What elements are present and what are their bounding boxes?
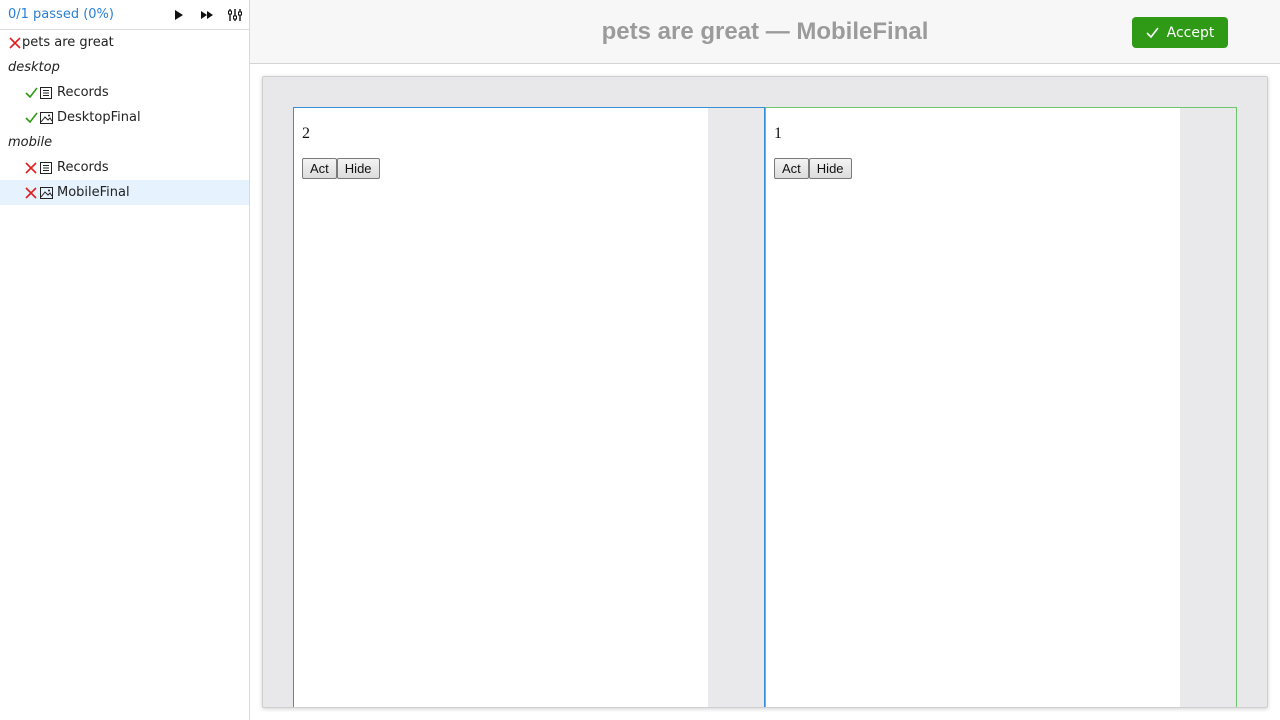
fast-forward-icon	[201, 10, 213, 19]
button-group: Act Hide	[302, 158, 380, 179]
fail-x-icon	[24, 186, 38, 200]
accept-button[interactable]: Accept	[1132, 17, 1228, 48]
run-all-button[interactable]	[193, 0, 221, 30]
header: pets are great — MobileFinal Accept	[250, 0, 1280, 64]
records-icon	[39, 86, 53, 100]
screenshot-page: 2 Act Hide	[294, 108, 708, 707]
act-button[interactable]: Act	[774, 158, 809, 179]
tree-item-label: Records	[57, 160, 109, 175]
pass-check-icon	[24, 111, 38, 125]
tree-item-mobile-final[interactable]: MobileFinal	[0, 180, 249, 205]
fail-x-icon	[24, 161, 38, 175]
tree-item-desktop-final[interactable]: DesktopFinal	[0, 105, 249, 130]
image-icon	[39, 186, 53, 200]
image-icon	[39, 111, 53, 125]
tree-item-label: Records	[57, 85, 109, 100]
tree-item-label: pets are great	[22, 35, 114, 50]
play-icon	[175, 9, 183, 20]
counter-value: 1	[774, 125, 782, 142]
tree-item-desktop-records[interactable]: Records	[0, 80, 249, 105]
records-icon	[39, 161, 53, 175]
pass-check-icon	[24, 86, 38, 100]
group-label: desktop	[8, 60, 60, 75]
settings-sliders-icon	[228, 8, 242, 21]
accept-label: Accept	[1166, 24, 1215, 41]
test-tree: pets are great desktop Records DesktopFi…	[0, 30, 249, 205]
tree-group-desktop: desktop	[0, 55, 249, 80]
act-button[interactable]: Act	[302, 158, 337, 179]
tree-group-mobile: mobile	[0, 130, 249, 155]
hide-button[interactable]: Hide	[336, 158, 380, 179]
tree-item-label: MobileFinal	[57, 185, 130, 200]
hide-button[interactable]: Hide	[808, 158, 852, 179]
tree-item-mobile-records[interactable]: Records	[0, 155, 249, 180]
screenshot-comparison-viewer: 2 Act Hide 1 Act Hide	[262, 76, 1268, 708]
page-title: pets are great — MobileFinal	[601, 18, 929, 45]
tree-item-label: DesktopFinal	[57, 110, 141, 125]
settings-button[interactable]	[221, 0, 249, 30]
screenshot-page: 1 Act Hide	[766, 108, 1180, 707]
tree-item-test[interactable]: pets are great	[0, 30, 249, 55]
button-group: Act Hide	[774, 158, 852, 179]
fail-x-icon	[8, 36, 22, 50]
actual-screenshot: 1 Act Hide	[765, 107, 1237, 707]
counter-value: 2	[302, 125, 310, 142]
check-icon	[1146, 27, 1159, 38]
group-label: mobile	[8, 135, 53, 150]
sidebar: 0/1 passed (0%) pets are great desktop R…	[0, 0, 250, 720]
pass-summary-link[interactable]: 0/1 passed (0%)	[8, 7, 165, 22]
sidebar-header: 0/1 passed (0%)	[0, 0, 249, 30]
run-button[interactable]	[165, 0, 193, 30]
baseline-screenshot: 2 Act Hide	[293, 107, 765, 707]
